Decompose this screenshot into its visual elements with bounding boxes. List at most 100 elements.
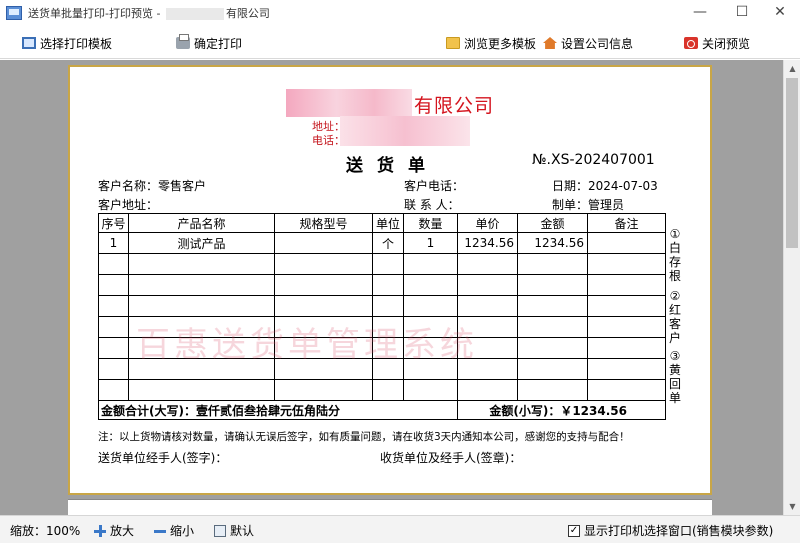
- total-lower: 金额(小写)：￥1234.56: [457, 400, 666, 420]
- customer-name: 客户名称：零售客户: [98, 177, 206, 194]
- browse-templates-button[interactable]: 浏览更多模板: [446, 34, 536, 52]
- col-header: 产品名称: [128, 213, 275, 233]
- total-upper-value: 壹仟贰佰叁拾肆元伍角陆分: [195, 403, 340, 418]
- browse-templates-label: 浏览更多模板: [464, 36, 537, 51]
- phone-label: 电话：: [312, 134, 345, 147]
- zoom-label: 缩放：: [10, 524, 47, 538]
- maximize-button[interactable]: ☐: [722, 0, 762, 26]
- table-cell: [587, 232, 666, 254]
- receiver-signature: 收货单位及经手人(签章)：: [380, 451, 522, 465]
- contact-label: 联 系 人：: [404, 198, 460, 212]
- empty-row: [98, 379, 666, 401]
- table-cell: [274, 232, 373, 254]
- col-header: 规格型号: [274, 213, 373, 233]
- table-cell: 个: [372, 232, 404, 254]
- show-printer-checkbox[interactable]: ✓: [568, 524, 580, 537]
- vertical-scrollbar[interactable]: ▲ ▼: [783, 60, 800, 515]
- app-icon: [6, 6, 22, 20]
- table-cell: 1234.56: [517, 232, 588, 254]
- folder-icon: [446, 37, 460, 49]
- stub-yellow: ③黄回单: [668, 349, 681, 405]
- maker-label: 制单：: [552, 198, 589, 212]
- default-zoom-icon: [214, 524, 226, 537]
- zoom-out-label: 缩小: [170, 524, 195, 538]
- plus-icon: [94, 524, 106, 537]
- scroll-thumb[interactable]: [786, 78, 798, 248]
- title-bar: 送货单批量打印-打印预览 - 有限公司 — ☐ ✕: [0, 0, 800, 26]
- total-lower-label: 金额(小写)：: [489, 403, 561, 418]
- col-header: 单位: [372, 213, 404, 233]
- scroll-down-icon[interactable]: ▼: [784, 498, 800, 515]
- sender-signature: 送货单位经手人(签字)：: [98, 451, 228, 465]
- table-cell: 测试产品: [128, 232, 275, 254]
- col-header: 单价: [457, 213, 518, 233]
- stub-red: ②红客户: [668, 289, 681, 345]
- show-printer-option[interactable]: ✓ 显示打印机选择窗口(销售模块参数): [568, 522, 773, 539]
- company-info-label: 设置公司信息: [561, 36, 634, 51]
- empty-row: [98, 274, 666, 296]
- customer-name-value: 零售客户: [158, 179, 207, 193]
- preview-area[interactable]: 有限公司 地址： 电话： 送货单 №.XS-202407001 客户名称：零售客…: [0, 60, 800, 515]
- col-header: 数量: [403, 213, 458, 233]
- redacted-contact-info: [340, 116, 470, 146]
- window-title-prefix: 送货单批量打印-打印预览 -: [28, 7, 164, 20]
- table-header: 序号 产品名称 规格型号 单位 数量 单价 金额 备注: [98, 213, 666, 233]
- minimize-button[interactable]: —: [680, 0, 720, 26]
- zoom-value: 100%: [46, 523, 81, 538]
- stub-white: ①白存根: [668, 227, 681, 283]
- zoom-in-label: 放大: [110, 524, 135, 538]
- document-maker: 制单：管理员: [552, 196, 624, 213]
- document-title: 送货单: [346, 156, 439, 176]
- company-name-suffix: 有限公司: [414, 95, 495, 117]
- company-header: 有限公司 地址： 电话：: [70, 87, 710, 147]
- default-zoom-button[interactable]: 默认: [214, 522, 254, 539]
- window-title-suffix: 有限公司: [225, 7, 270, 20]
- select-template-label: 选择打印模板: [40, 36, 113, 51]
- print-page: 有限公司 地址： 电话： 送货单 №.XS-202407001 客户名称：零售客…: [68, 65, 712, 495]
- house-icon: [543, 37, 557, 49]
- total-upper-label: 金额合计(大写)：: [101, 403, 196, 418]
- next-page: [68, 499, 712, 515]
- zoom-out-button[interactable]: 缩小: [154, 522, 194, 539]
- date-value: 2024-07-03: [588, 179, 658, 193]
- close-preview-button[interactable]: 关闭预览: [684, 34, 750, 52]
- confirm-print-label: 确定打印: [194, 36, 243, 51]
- select-template-button[interactable]: 选择打印模板: [22, 34, 112, 52]
- show-printer-label: 显示打印机选择窗口(销售模块参数): [584, 524, 774, 538]
- window-title: 送货单批量打印-打印预览 - 有限公司: [28, 5, 270, 21]
- monitor-icon: [22, 37, 36, 49]
- watermark: 百惠送货单管理系统: [136, 325, 478, 365]
- printer-icon: [176, 34, 190, 49]
- default-zoom-label: 默认: [230, 524, 255, 538]
- total-upper: 金额合计(大写)：壹仟贰佰叁拾肆元伍角陆分: [98, 400, 458, 420]
- table-row: 1 测试产品 个 1 1234.56 1234.56: [98, 232, 666, 254]
- zoom-indicator: 缩放： 100%: [10, 522, 80, 539]
- zoom-in-button[interactable]: 放大: [94, 522, 134, 539]
- document-number: №.XS-202407001: [532, 152, 655, 168]
- company-info-button[interactable]: 设置公司信息: [543, 34, 633, 52]
- document-date: 日期：2024-07-03: [552, 177, 658, 194]
- date-label: 日期：: [552, 179, 589, 193]
- col-header: 备注: [587, 213, 666, 233]
- confirm-print-button[interactable]: 确定打印: [176, 34, 242, 52]
- close-preview-icon: [684, 37, 698, 49]
- col-header: 金额: [517, 213, 588, 233]
- status-bar: 缩放： 100% 放大 缩小 默认 ✓ 显示打印机选择窗口(销售模块参数): [0, 515, 800, 543]
- table-cell: 1234.56: [457, 232, 518, 254]
- total-row: 金额合计(大写)：壹仟贰佰叁拾肆元伍角陆分 金额(小写)：￥1234.56: [98, 400, 666, 420]
- empty-row: [98, 295, 666, 317]
- empty-row: [98, 253, 666, 275]
- close-preview-label: 关闭预览: [702, 36, 751, 51]
- total-lower-value: ￥1234.56: [560, 403, 627, 418]
- customer-name-label: 客户名称：: [98, 179, 159, 193]
- scroll-up-icon[interactable]: ▲: [784, 60, 800, 77]
- title-redacted-block: [165, 8, 224, 20]
- toolbar: 选择打印模板 确定打印 浏览更多模板 设置公司信息 关闭预览: [0, 26, 800, 59]
- close-window-button[interactable]: ✕: [760, 0, 800, 26]
- minus-icon: [154, 525, 166, 537]
- redacted-company-name: [286, 89, 412, 117]
- col-header: 序号: [98, 213, 129, 233]
- customer-phone-label: 客户电话：: [404, 179, 465, 193]
- maker-value: 管理员: [588, 198, 625, 212]
- customer-address-label: 客户地址：: [98, 198, 159, 212]
